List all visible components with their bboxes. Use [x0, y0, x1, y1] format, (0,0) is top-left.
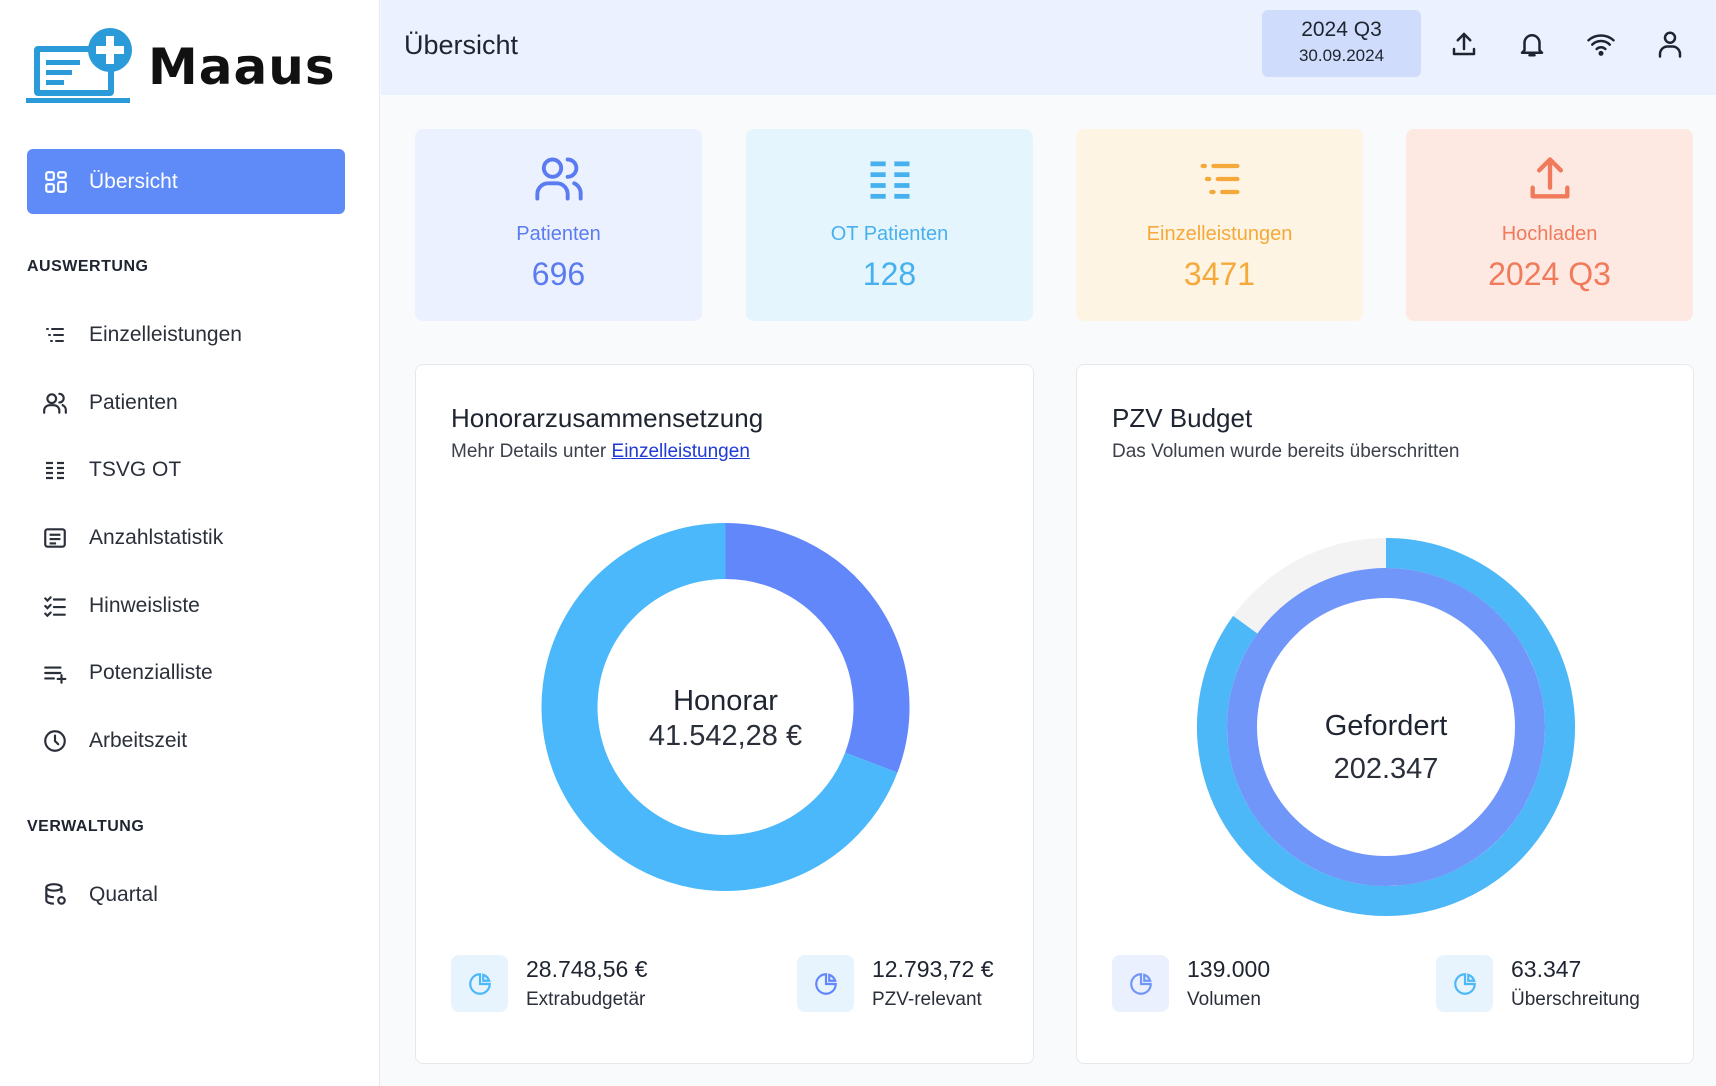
- legend-value: 63.347: [1511, 956, 1582, 982]
- stat-card-ot-patienten[interactable]: OT Patienten 128: [746, 129, 1033, 321]
- legend-value: 28.748,56 €: [526, 956, 648, 982]
- nav-label: Einzelleistungen: [89, 323, 242, 346]
- checklist-icon: [41, 592, 69, 620]
- wifi-icon[interactable]: [1584, 27, 1618, 61]
- stat-card-einzelleistungen[interactable]: Einzelleistungen 3471: [1076, 129, 1363, 321]
- users-icon: [41, 389, 69, 417]
- quarter-date: 30.09.2024: [1298, 46, 1385, 65]
- nav-label: TSVG OT: [89, 458, 182, 481]
- playlist-add-icon: [41, 659, 69, 687]
- app-name: Maaus: [148, 38, 336, 96]
- stat-card-hochladen[interactable]: Hochladen 2024 Q3: [1406, 129, 1693, 321]
- top-header: Übersicht 2024 Q3 30.09.2024: [381, 0, 1716, 95]
- stat-label: Einzelleistungen: [1146, 223, 1293, 245]
- legend-label: Volumen: [1187, 989, 1261, 1010]
- dashboard-icon: [43, 169, 69, 195]
- section-title-auswertung: AUSWERTUNG: [27, 258, 149, 275]
- stat-value: 696: [531, 256, 586, 292]
- card-title: PZV Budget: [1112, 403, 1253, 433]
- center-value: 41.542,28 €: [648, 720, 803, 752]
- card-subtitle: Mehr Details unter Einzelleistungen: [451, 441, 750, 463]
- pie-chart-icon: [1112, 955, 1169, 1012]
- table-list-icon: [41, 456, 69, 484]
- pzv-budget-card: PZV Budget Das Volumen wurde bereits übe…: [1076, 364, 1694, 1064]
- nav-item-quartal[interactable]: Quartal: [27, 871, 345, 919]
- users-icon: [533, 153, 585, 205]
- subtitle-text: Mehr Details unter: [451, 441, 607, 462]
- logo-icon: [26, 28, 132, 103]
- legend-extrabudgetaer: 28.748,56 € Extrabudgetär: [451, 955, 648, 1012]
- nav-item-arbeitszeit[interactable]: Arbeitszeit: [27, 717, 345, 765]
- pie-chart-icon: [451, 955, 508, 1012]
- nav-label: Anzahlstatistik: [89, 526, 224, 549]
- quarter-selector[interactable]: 2024 Q3 30.09.2024: [1262, 10, 1421, 77]
- nav-item-hinweisliste[interactable]: Hinweisliste: [27, 582, 345, 630]
- center-label: Gefordert: [1324, 710, 1448, 742]
- legend-label: Extrabudgetär: [526, 989, 646, 1010]
- sidebar: Maaus Übersicht AUSWERTUNG Einzelleistun…: [0, 0, 380, 1086]
- quarter-label: 2024 Q3: [1301, 18, 1382, 41]
- nav-item-patienten[interactable]: Patienten: [27, 379, 345, 427]
- upload-icon[interactable]: [1447, 27, 1481, 61]
- nav-label: Arbeitszeit: [89, 729, 188, 752]
- card-subtitle: Das Volumen wurde bereits überschritten: [1112, 441, 1460, 462]
- nav-item-uebersicht[interactable]: Übersicht: [27, 149, 345, 214]
- nav-item-potenzialliste[interactable]: Potenzialliste: [27, 649, 345, 697]
- center-label: Honorar: [673, 685, 778, 717]
- legend-ueberschreitung: 63.347 Überschreitung: [1436, 955, 1640, 1012]
- nav-label: Hinweisliste: [89, 594, 200, 617]
- stat-label: Patienten: [516, 223, 601, 245]
- database-icon: [41, 881, 69, 909]
- donut-center: Honorar 41.542,28 €: [416, 685, 1035, 753]
- section-title-verwaltung: VERWALTUNG: [27, 818, 145, 835]
- legend-label: PZV-relevant: [872, 989, 982, 1010]
- stat-value: 2024 Q3: [1488, 256, 1611, 292]
- nav-label: Übersicht: [89, 169, 178, 193]
- stat-card-patienten[interactable]: Patienten 696: [415, 129, 702, 321]
- nav-label: Quartal: [89, 883, 158, 906]
- donut-center: Gefordert 202.347: [1077, 710, 1695, 786]
- page-title: Übersicht: [404, 30, 519, 60]
- stat-value: 3471: [1183, 256, 1256, 292]
- upload-icon: [1524, 153, 1576, 205]
- clock-icon: [41, 727, 69, 755]
- nav-item-tsvg-ot[interactable]: TSVG OT: [27, 446, 345, 494]
- pie-chart-icon: [1436, 955, 1493, 1012]
- table-list-icon: [864, 153, 916, 205]
- app-logo[interactable]: Maaus: [26, 28, 336, 106]
- legend-volumen: 139.000 Volumen: [1112, 955, 1270, 1012]
- center-value: 202.347: [1333, 753, 1439, 785]
- nav-label: Potenzialliste: [89, 661, 213, 684]
- stat-value: 128: [862, 256, 917, 292]
- pie-chart-icon: [797, 955, 854, 1012]
- legend-value: 12.793,72 €: [872, 956, 994, 982]
- nav-item-einzelleistungen[interactable]: Einzelleistungen: [27, 311, 345, 359]
- user-icon[interactable]: [1653, 27, 1687, 61]
- einzelleistungen-link[interactable]: Einzelleistungen: [612, 441, 750, 462]
- legend-pzv-relevant: 12.793,72 € PZV-relevant: [797, 955, 994, 1012]
- document-list-icon: [41, 524, 69, 552]
- nav-item-anzahlstatistik[interactable]: Anzahlstatistik: [27, 514, 345, 562]
- card-title: Honorarzusammensetzung: [451, 403, 764, 433]
- stat-label: Hochladen: [1501, 223, 1598, 245]
- stat-label: OT Patienten: [830, 223, 949, 245]
- nav-label: Patienten: [89, 391, 178, 414]
- bell-icon[interactable]: [1515, 27, 1549, 61]
- list-icon: [41, 321, 69, 349]
- legend-label: Überschreitung: [1511, 989, 1640, 1010]
- list-icon: [1194, 153, 1246, 205]
- legend-value: 139.000: [1187, 956, 1271, 982]
- honorar-card: Honorarzusammensetzung Mehr Details unte…: [415, 364, 1034, 1064]
